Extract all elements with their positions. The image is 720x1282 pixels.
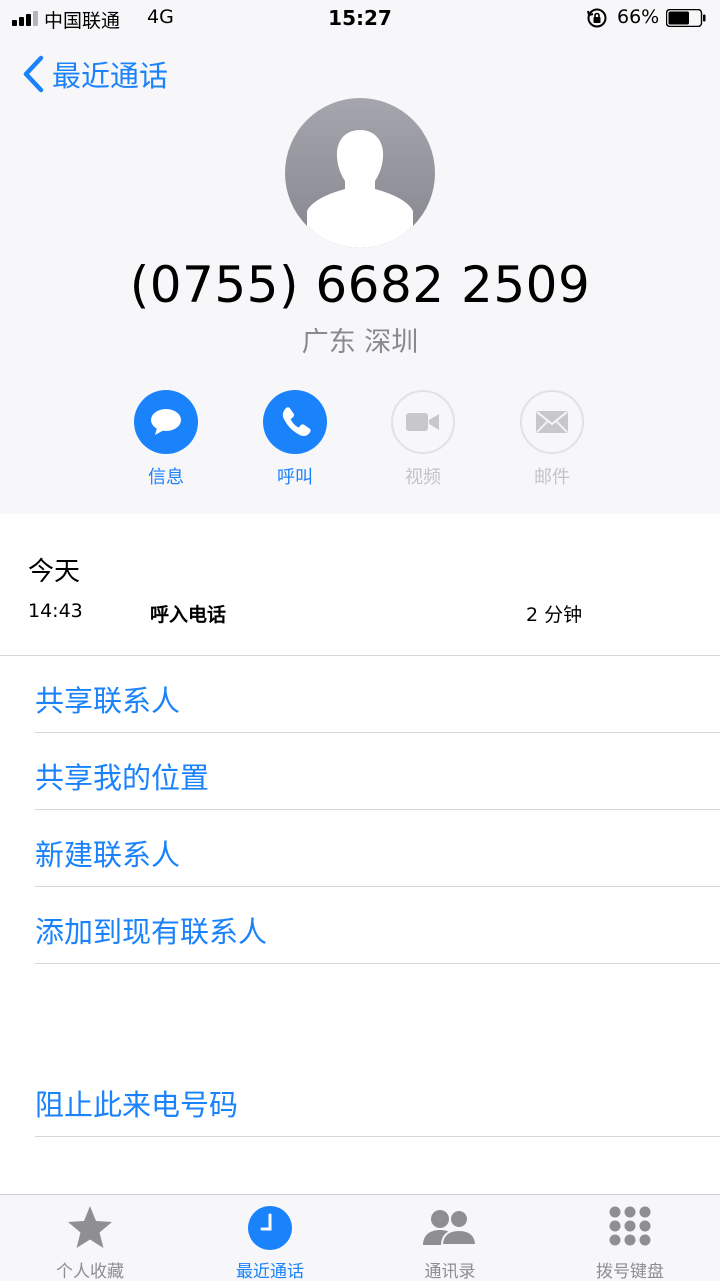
share-contact-option[interactable]: 共享联系人 <box>35 656 720 733</box>
contacts-icon <box>423 1209 478 1246</box>
message-button[interactable]: 信息 <box>121 390 211 489</box>
tab-keypad[interactable]: 拨号键盘 <box>540 1195 720 1282</box>
phone-location: 广东 深圳 <box>301 327 419 358</box>
status-bar: 中国联通 4G 15:27 66% <box>0 0 720 38</box>
tab-favorites[interactable]: 个人收藏 <box>0 1195 180 1282</box>
battery-icon <box>666 9 706 27</box>
status-time: 15:27 <box>328 6 392 30</box>
call-button-label: 呼叫 <box>277 467 313 488</box>
call-duration: 2 分钟 <box>526 604 583 626</box>
video-camera-icon <box>406 413 439 431</box>
call-type: 呼入电话 <box>150 604 227 626</box>
star-icon <box>68 1206 112 1248</box>
divider <box>35 963 720 964</box>
share-location-option[interactable]: 共享我的位置 <box>35 733 720 810</box>
new-contact-option[interactable]: 新建联系人 <box>35 810 720 887</box>
video-button[interactable]: 视频 <box>378 390 468 489</box>
keypad-icon <box>609 1206 651 1246</box>
option-label: 添加到现有联系人 <box>35 915 268 949</box>
tab-recents[interactable]: 最近通话 <box>180 1195 360 1282</box>
message-bubble-icon <box>151 409 181 435</box>
clock-icon <box>248 1206 292 1250</box>
option-label: 共享联系人 <box>35 684 181 718</box>
phone-number: (0755) 6682 2509 <box>129 256 591 314</box>
back-button-label: 最近通话 <box>52 59 169 93</box>
envelope-icon <box>536 411 568 433</box>
video-button-label: 视频 <box>405 467 441 488</box>
call-time: 14:43 <box>28 600 83 622</box>
tab-contacts[interactable]: 通讯录 <box>360 1195 540 1282</box>
mail-button[interactable]: 邮件 <box>507 390 597 489</box>
mail-button-label: 邮件 <box>534 467 570 488</box>
option-label: 新建联系人 <box>35 838 181 872</box>
add-to-existing-contact-option[interactable]: 添加到现有联系人 <box>35 887 720 964</box>
tab-label: 通讯录 <box>424 1262 476 1282</box>
tab-label: 最近通话 <box>236 1262 304 1282</box>
message-button-label: 信息 <box>148 467 184 488</box>
call-button[interactable]: 呼叫 <box>250 390 340 489</box>
option-label: 阻止此来电号码 <box>35 1088 239 1122</box>
battery-percent: 66% <box>617 6 660 28</box>
tab-bar: 个人收藏 最近通话 通讯录 拨号键盘 <box>0 1194 720 1282</box>
person-silhouette-icon <box>285 98 435 248</box>
option-label: 共享我的位置 <box>35 761 210 795</box>
rotation-lock-icon <box>587 8 607 28</box>
tab-label: 拨号键盘 <box>596 1262 664 1282</box>
divider <box>35 1136 720 1137</box>
back-button[interactable]: 最近通话 <box>20 52 168 96</box>
block-caller-option[interactable]: 阻止此来电号码 <box>35 1060 720 1137</box>
history-date-heading: 今天 <box>28 557 81 587</box>
chevron-left-icon <box>23 55 44 93</box>
phone-icon <box>282 407 311 437</box>
tab-label: 个人收藏 <box>56 1262 124 1282</box>
